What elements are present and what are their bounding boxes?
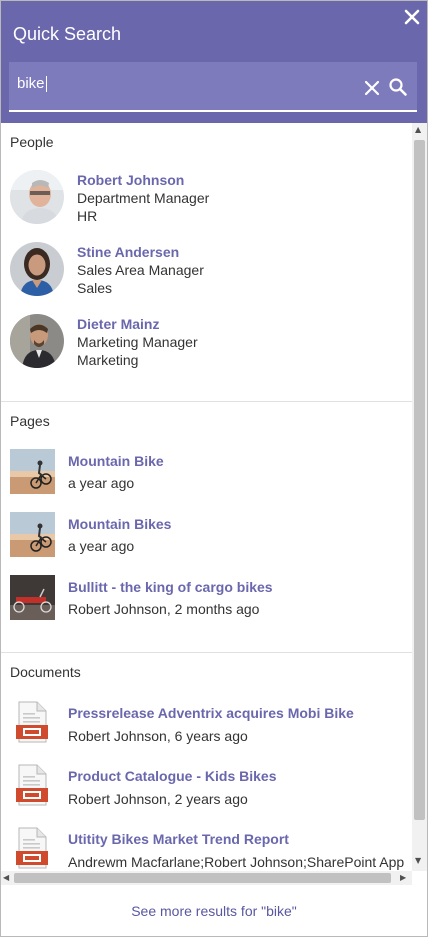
powerpoint-file-icon [15,701,49,743]
close-button[interactable] [402,7,422,27]
document-meta: Andrewm Macfarlane;Robert Johnson;ShareP… [68,854,405,870]
page-title[interactable]: Mountain Bike [68,453,164,469]
person-department: Sales [77,280,113,296]
results-list[interactable]: People Robert Johnson Department Manager… [1,123,412,871]
person-department: Marketing [77,352,139,368]
panel-title: Quick Search [13,24,122,44]
avatar [10,242,64,296]
section-divider [1,401,412,402]
clear-search-button[interactable] [363,79,381,97]
person-department: HR [77,208,98,224]
section-label-people: People [10,134,54,150]
scroll-left-arrow-icon[interactable]: ◀ [3,873,9,882]
page-title[interactable]: Bullitt - the king of cargo bikes [68,579,273,595]
section-divider [1,652,412,653]
scroll-right-arrow-icon[interactable]: ▶ [400,873,406,882]
avatar [10,170,64,224]
powerpoint-file-icon [15,764,49,806]
page-meta: a year ago [68,538,135,554]
document-title[interactable]: Utitity Bikes Market Trend Report [68,831,289,847]
clear-icon [364,80,380,96]
vertical-scroll-thumb[interactable] [414,140,425,820]
vertical-scrollbar[interactable]: ▲ ▼ [412,123,427,871]
horizontal-scrollbar[interactable]: ◀ ▶ [1,871,412,885]
quick-search-panel: Quick Search bike People Robert Johnson … [0,0,428,937]
document-meta: Robert Johnson, 2 years ago [68,791,248,807]
page-thumbnail [10,449,55,494]
see-more-results-link[interactable]: See more results for "bike" [1,903,427,919]
close-icon [404,9,420,25]
powerpoint-file-icon [15,827,49,869]
search-icon [389,78,407,96]
header: Quick Search bike [1,1,427,123]
text-caret [45,76,47,93]
person-job-title: Marketing Manager [77,334,198,350]
page-thumbnail [10,512,55,557]
document-title[interactable]: Pressrelease Adventrix acquires Mobi Bik… [68,705,354,721]
footer: See more results for "bike" [1,885,427,936]
search-input[interactable]: bike [17,75,347,99]
person-name[interactable]: Stine Andersen [77,244,179,260]
search-input-value: bike [17,75,45,92]
page-thumbnail [10,575,55,620]
page-meta: Robert Johnson, 2 months ago [68,601,260,617]
page-meta: a year ago [68,475,135,491]
search-button[interactable] [388,77,408,97]
person-name[interactable]: Dieter Mainz [77,316,159,332]
person-job-title: Sales Area Manager [77,262,204,278]
section-label-documents: Documents [10,664,81,680]
section-label-pages: Pages [10,413,50,429]
document-title[interactable]: Product Catalogue - Kids Bikes [68,768,276,784]
scroll-down-arrow-icon[interactable]: ▼ [415,856,421,865]
avatar [10,314,64,368]
horizontal-scroll-thumb[interactable] [14,873,391,883]
search-box: bike [9,62,417,112]
scroll-up-arrow-icon[interactable]: ▲ [415,125,421,134]
document-meta: Robert Johnson, 6 years ago [68,728,248,744]
person-job-title: Department Manager [77,190,210,206]
page-title[interactable]: Mountain Bikes [68,516,171,532]
person-name[interactable]: Robert Johnson [77,172,184,188]
